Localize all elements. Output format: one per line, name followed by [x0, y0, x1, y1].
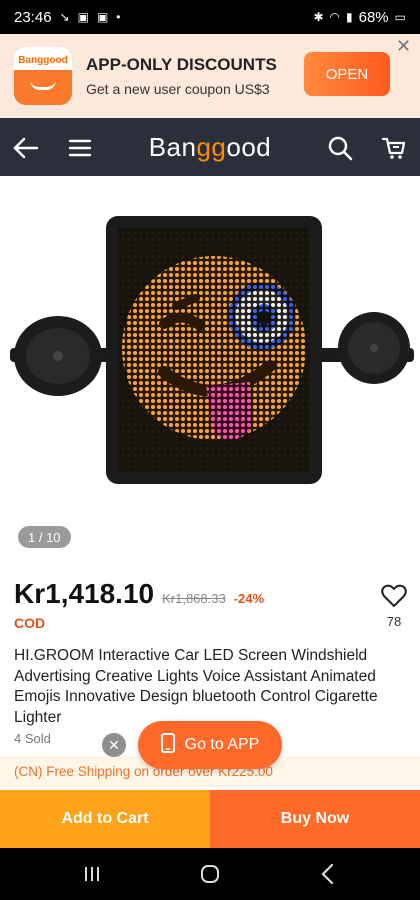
buy-now-button[interactable]: Buy Now: [210, 790, 420, 848]
cart-icon[interactable]: [380, 134, 408, 162]
banggood-logo[interactable]: Banggood: [0, 132, 420, 163]
back-icon[interactable]: [316, 862, 340, 886]
sold-count: 4 Sold: [14, 731, 51, 746]
product-image-gallery[interactable]: 1 / 10: [0, 176, 420, 556]
cod-label: COD: [14, 615, 46, 631]
battery-level: 68%: [358, 8, 389, 26]
phone-icon: [160, 732, 175, 758]
image-counter: 1 / 10: [18, 526, 71, 548]
go-to-app-button[interactable]: Go to APP: [138, 721, 282, 769]
bluetooth-icon: ✱: [313, 10, 324, 24]
back-arrow-icon[interactable]: [12, 134, 40, 162]
discount-badge: -24%: [233, 591, 265, 606]
home-icon[interactable]: [198, 862, 222, 886]
close-icon[interactable]: ✕: [102, 733, 126, 757]
recent-apps-icon[interactable]: [80, 862, 104, 886]
app-logo-text: Banggood: [18, 55, 68, 66]
add-to-cart-button[interactable]: Add to Cart: [0, 790, 210, 848]
wifi-icon: ◠: [329, 10, 341, 24]
banner-subtitle: Get a new user coupon US$3: [86, 81, 270, 97]
logo-suffix: ood: [226, 132, 272, 162]
go-to-app-label: Go to APP: [184, 736, 260, 753]
app-logo: Banggood: [14, 47, 72, 105]
search-icon[interactable]: [326, 134, 354, 162]
heart-icon[interactable]: [380, 584, 408, 613]
status-bar: 23:46 ↘ ▣ ▣ • ✱ ◠ ▮ 68% ▭: [0, 0, 420, 34]
banner-title: APP-ONLY DISCOUNTS: [86, 55, 277, 74]
notification-icon: ▣: [96, 10, 109, 24]
open-app-button[interactable]: OPEN: [304, 52, 390, 96]
smile-icon: [30, 80, 56, 90]
logo-prefix: Ban: [148, 132, 197, 162]
price-row: Kr1,418.10 Kr1,868.33 -24%: [14, 578, 264, 610]
bottom-action-bar: Add to Cart Buy Now: [0, 790, 420, 848]
current-price: Kr1,418.10: [14, 578, 155, 609]
status-right: ✱ ◠ ▮ 68% ▭: [313, 9, 406, 26]
product-photo: [10, 216, 414, 484]
notification-icon: ▣: [77, 10, 89, 24]
logo-highlight: gg: [196, 132, 227, 162]
system-nav-bar: [0, 848, 420, 900]
status-left: 23:46 ↘ ▣ ▣ •: [14, 9, 121, 26]
wishlist-count: 78: [386, 614, 402, 629]
status-time: 23:46: [14, 8, 52, 26]
banner-text: APP-ONLY DISCOUNTS Get a new user coupon…: [86, 55, 277, 97]
dot-icon: •: [116, 10, 121, 24]
close-icon[interactable]: ✕: [396, 36, 411, 57]
signal-icon: ▮: [346, 10, 353, 24]
product-title: HI.GROOM Interactive Car LED Screen Wind…: [14, 647, 378, 726]
menu-icon[interactable]: [66, 134, 94, 162]
original-price: Kr1,868.33: [162, 591, 226, 606]
battery-icon: ▭: [394, 10, 406, 24]
missed-call-icon: ↘: [59, 10, 70, 24]
app-install-banner[interactable]: Banggood APP-ONLY DISCOUNTS Get a new us…: [0, 34, 420, 118]
top-nav-bar: Banggood: [0, 118, 420, 176]
